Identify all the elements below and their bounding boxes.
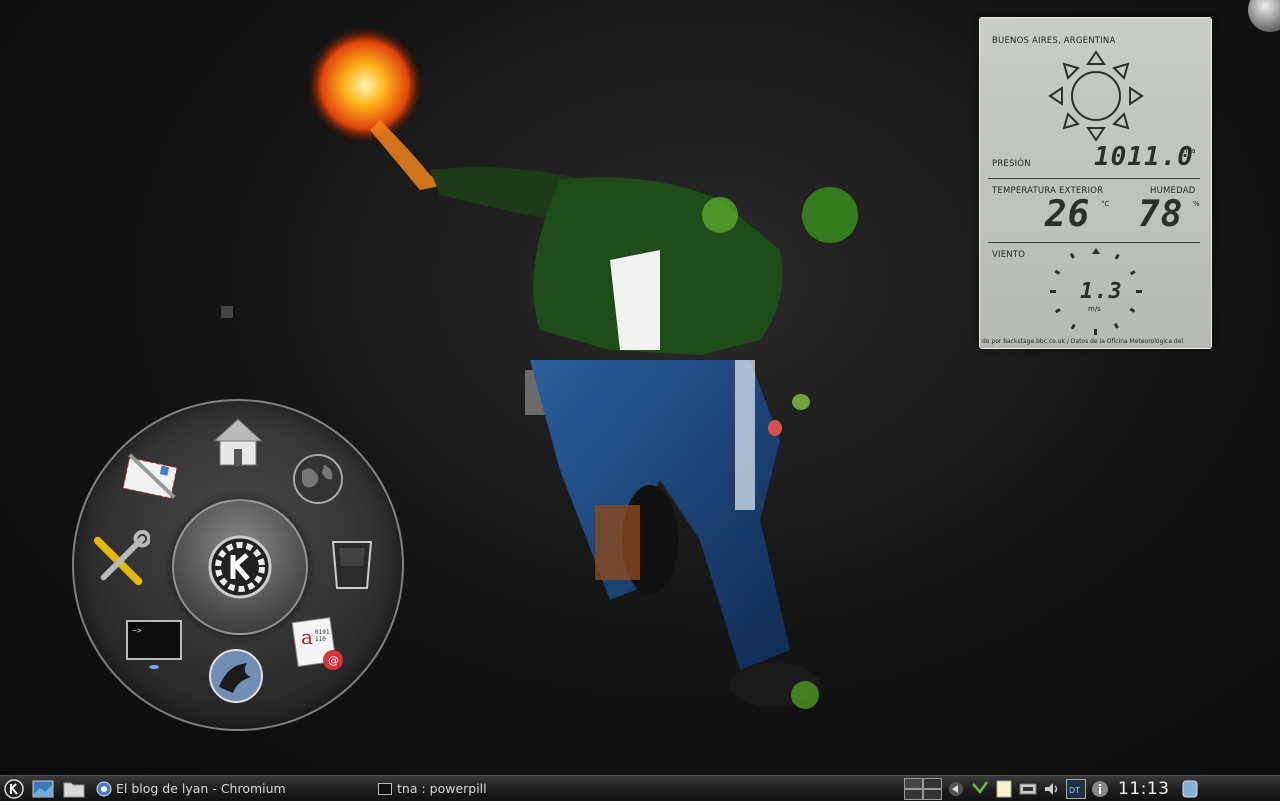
home-launcher[interactable] [208, 413, 268, 473]
task-terminal[interactable]: tna : powerpill [372, 777, 902, 800]
mail-icon [122, 453, 178, 499]
tray-dt[interactable]: DT [1066, 778, 1086, 799]
text-editor-launcher[interactable]: a 0101 110 @ [288, 613, 348, 673]
tray-clipboard[interactable] [994, 779, 1014, 799]
text-editor-icon: a 0101 110 @ [291, 617, 343, 670]
temperature-value: 26 [1045, 194, 1091, 235]
taskbar: El blog de lyan - Chromium tna : powerpi… [0, 775, 1280, 801]
trash-icon [331, 541, 373, 589]
tray-notifications[interactable] [1090, 779, 1110, 799]
kde-icon [4, 778, 24, 799]
task-label: tna : powerpill [397, 781, 487, 796]
dt-icon: DT [1066, 778, 1086, 799]
virtual-desktop-pager[interactable] [902, 776, 944, 801]
svg-text:110: 110 [315, 636, 326, 643]
data-credit: do por backstage.bbc.co.uk / Datos de la… [982, 338, 1184, 345]
humidity-unit: % [1193, 200, 1200, 208]
pressure-value: 1011.0 [1094, 142, 1194, 172]
globe-icon [293, 454, 343, 504]
show-desktop-button[interactable] [28, 776, 58, 801]
tray-expand[interactable] [946, 779, 966, 799]
mail-launcher[interactable] [122, 447, 182, 507]
task-chromium[interactable]: El blog de lyan - Chromium [90, 777, 372, 800]
wind-value: 1.3 [1080, 279, 1123, 304]
clock[interactable]: 11:13 [1118, 779, 1170, 799]
terminal-icon: ~> [126, 620, 182, 669]
terminal-launcher[interactable]: ~> [124, 613, 184, 673]
desktop-icon [32, 780, 54, 797]
clipboard-icon [996, 780, 1012, 797]
device-icon [1019, 783, 1037, 794]
svg-text:DT: DT [1069, 786, 1080, 795]
tray-network[interactable] [970, 779, 990, 799]
tray-device-notifier[interactable] [1018, 779, 1038, 799]
arrow-left-icon [949, 781, 963, 796]
tools-icon [93, 530, 150, 586]
home-icon [212, 418, 264, 466]
folder-icon [63, 782, 85, 797]
location-label: BUENOS AIRES, ARGENTINA [992, 36, 1116, 46]
wind-label: VIENTO [992, 250, 1026, 260]
browser-launcher[interactable] [288, 449, 348, 509]
tray-volume[interactable] [1042, 779, 1062, 799]
svg-text:~>: ~> [132, 626, 142, 635]
application-launcher-button[interactable] [0, 776, 28, 801]
terminal-icon [378, 782, 392, 795]
pager-icon [904, 777, 942, 800]
amarok-icon [209, 649, 263, 703]
trash-launcher[interactable] [322, 534, 382, 594]
humidity-value: 78 [1138, 194, 1184, 235]
panel-toolbox[interactable] [1180, 779, 1200, 799]
weather-widget: BUENOS AIRES, ARGENTINA PRESIÓN 1011.0 h… [979, 17, 1212, 349]
chromium-icon [96, 781, 112, 796]
cashew-icon [1182, 780, 1197, 797]
info-icon [1092, 780, 1108, 797]
sunny-icon [1048, 50, 1144, 142]
volume-icon [1045, 782, 1058, 795]
wind-unit: m/s [1088, 305, 1101, 313]
network-icon [972, 780, 989, 794]
file-manager-button[interactable] [58, 776, 90, 801]
quick-launcher-wheel: a 0101 110 @ ~> [72, 399, 404, 731]
svg-text:0101: 0101 [315, 629, 330, 636]
svg-text:@: @ [328, 654, 339, 667]
settings-launcher[interactable] [90, 530, 150, 591]
svg-text:a: a [301, 625, 313, 649]
kde-icon [208, 535, 272, 599]
pressure-unit: hPa [1183, 147, 1196, 155]
music-player-launcher[interactable] [206, 646, 266, 706]
temperature-unit: °C [1101, 200, 1110, 208]
task-label: El blog de lyan - Chromium [116, 781, 286, 796]
pressure-label: PRESIÓN [992, 159, 1031, 169]
